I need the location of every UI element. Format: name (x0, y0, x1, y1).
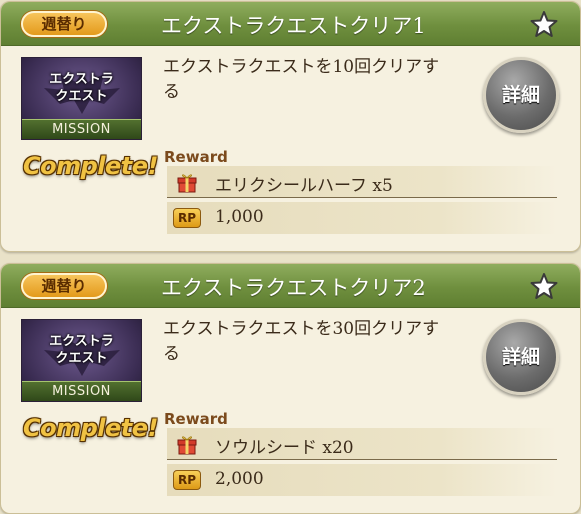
weekly-badge: 週替り (21, 273, 107, 299)
mission-title: エクストラクエストクリア1 (161, 14, 426, 38)
mission-title: エクストラクエストクリア2 (161, 276, 426, 300)
rp-icon: RP (173, 208, 201, 228)
mission-list: 週替り エクストラクエストクリア1 エクストラ クエスト MISSION エクス… (0, 0, 581, 514)
mission-thumbnail: エクストラ クエスト MISSION (21, 319, 142, 402)
star-outline-icon[interactable] (530, 10, 558, 38)
gift-icon (177, 174, 197, 193)
reward-item-text: ソウルシード x20 (215, 438, 354, 458)
reward-label: Reward (164, 410, 228, 428)
rp-icon: RP (173, 470, 201, 490)
complete-status: Complete! (23, 152, 159, 180)
thumbnail-text-line2: クエスト (55, 351, 108, 366)
thumbnail-mission-strip: MISSION (22, 119, 141, 139)
rp-value: 2,000 (215, 469, 264, 489)
reward-rp-row: RP 2,000 (167, 464, 557, 496)
weekly-badge: 週替り (21, 11, 107, 37)
reward-rp-row: RP 1,000 (167, 202, 557, 234)
thumbnail-mission-strip: MISSION (22, 381, 141, 401)
mission-header: 週替り エクストラクエストクリア1 (1, 2, 580, 46)
detail-button[interactable]: 詳細 (483, 57, 559, 133)
mission-thumbnail: エクストラ クエスト MISSION (21, 57, 142, 140)
complete-status: Complete! (23, 414, 159, 442)
reward-item-text: エリクシールハーフ x5 (215, 176, 393, 196)
gift-icon (177, 436, 197, 455)
mission-card: 週替り エクストラクエストクリア2 エクストラ クエスト MISSION エクス… (0, 263, 581, 514)
reward-item-row: エリクシールハーフ x5 (167, 166, 557, 198)
reward-item-row: ソウルシード x20 (167, 428, 557, 460)
rp-value: 1,000 (215, 207, 264, 227)
mission-description: エクストラクエストを30回クリアする (163, 319, 440, 364)
reward-label: Reward (164, 148, 228, 166)
mission-header: 週替り エクストラクエストクリア2 (1, 264, 580, 308)
star-outline-icon[interactable] (530, 272, 558, 300)
thumbnail-text-line2: クエスト (55, 89, 108, 104)
mission-card: 週替り エクストラクエストクリア1 エクストラ クエスト MISSION エクス… (0, 1, 581, 252)
mission-description: エクストラクエストを10回クリアする (163, 57, 440, 102)
detail-button[interactable]: 詳細 (483, 319, 559, 395)
